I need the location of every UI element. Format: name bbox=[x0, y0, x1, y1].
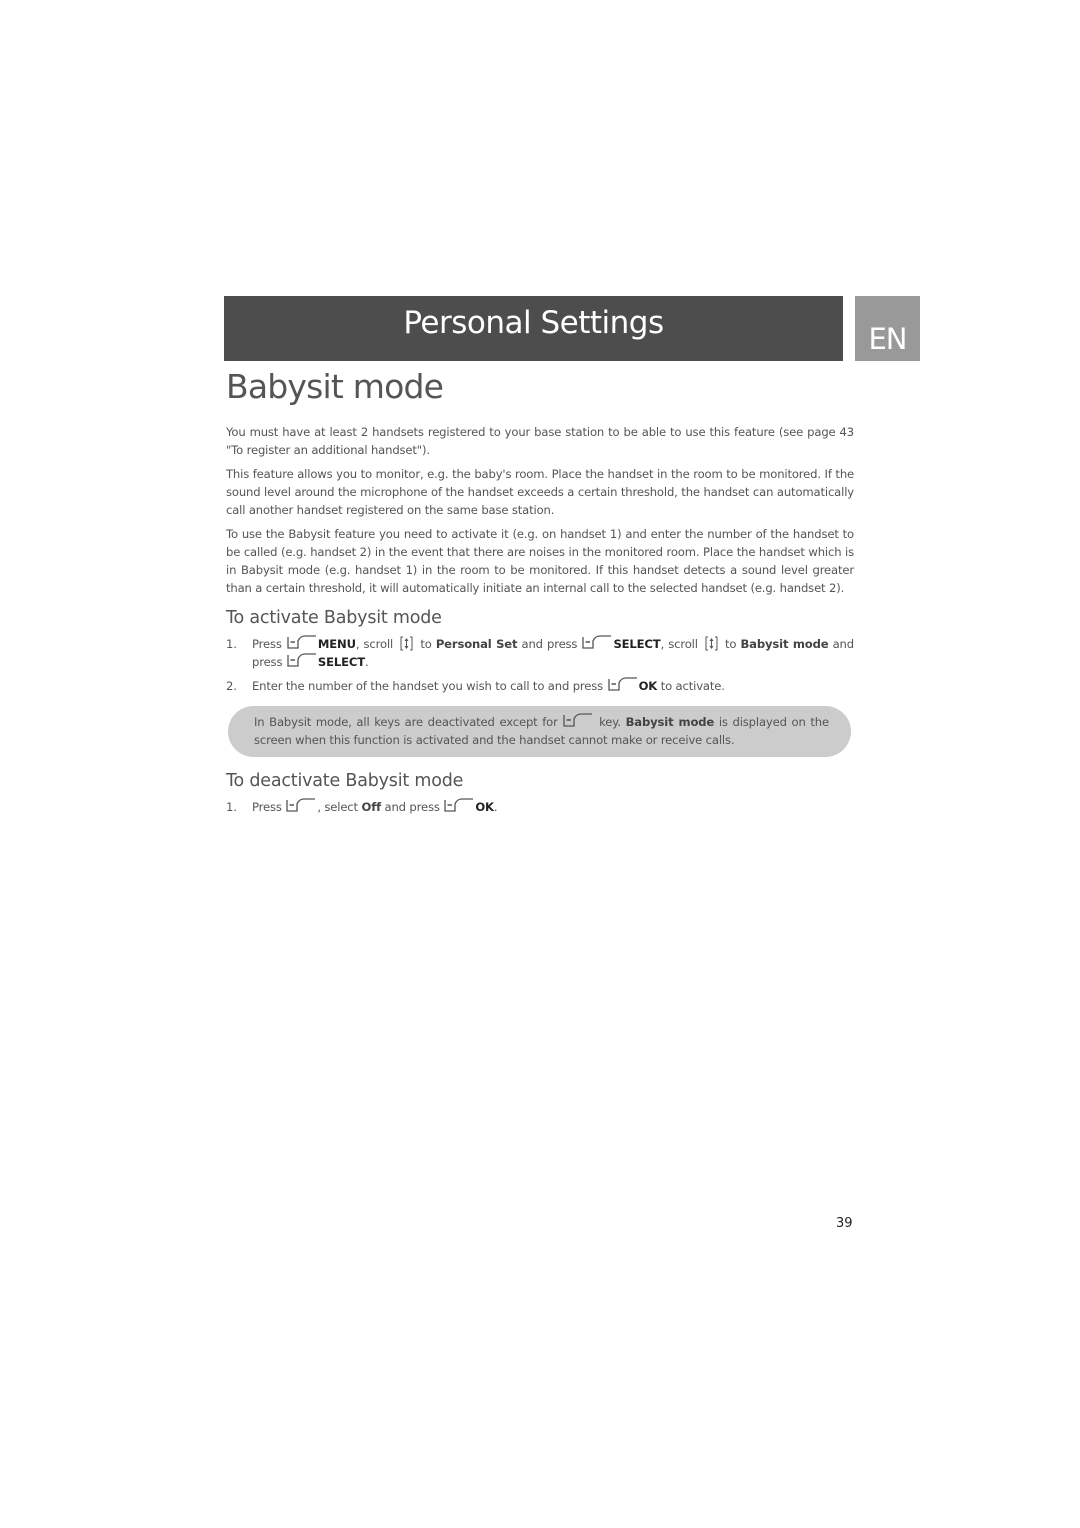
intro-paragraph: To use the Babysit feature you need to a… bbox=[226, 527, 854, 595]
left-softkey-icon bbox=[287, 653, 317, 668]
step-text: , scroll bbox=[355, 637, 394, 651]
page-title: Babysit mode bbox=[226, 367, 444, 406]
section-title: Personal Settings bbox=[403, 305, 664, 341]
deactivate-steps: 1. Press , select Off and press OK. bbox=[226, 798, 854, 822]
step-text: , scroll bbox=[660, 637, 698, 651]
key-label-ok: OK bbox=[638, 679, 658, 693]
language-badge: EN bbox=[855, 296, 920, 361]
menu-option-personal-set: Personal Set bbox=[435, 637, 518, 651]
scroll-navigation-icon bbox=[400, 636, 413, 651]
step-number: 1. bbox=[226, 800, 237, 814]
step-text: Enter the number of the handset you wish… bbox=[252, 679, 604, 693]
left-softkey-icon bbox=[607, 677, 638, 692]
left-softkey-icon bbox=[286, 798, 316, 813]
section-header-bar: Personal Settings bbox=[224, 296, 843, 361]
key-label-select: SELECT bbox=[613, 637, 661, 651]
language-label: EN bbox=[868, 322, 907, 356]
step-text: Press bbox=[252, 800, 282, 814]
left-softkey-icon bbox=[582, 635, 612, 650]
step-text: . bbox=[493, 800, 498, 814]
menu-option-babysit-mode: Babysit mode bbox=[740, 637, 829, 651]
step-number: 1. bbox=[226, 637, 237, 651]
step-text: and press bbox=[521, 637, 578, 651]
page-number: 39 bbox=[836, 1216, 853, 1231]
note-text-part: In Babysit mode, all keys are deactivate… bbox=[254, 715, 558, 729]
note-box: In Babysit mode, all keys are deactivate… bbox=[228, 706, 851, 757]
left-softkey-icon bbox=[287, 635, 317, 650]
list-item: 1. Press MENU, scroll to Personal Set an… bbox=[226, 635, 854, 671]
intro-paragraph: You must have at least 2 handsets regist… bbox=[226, 425, 854, 457]
key-label-ok: OK bbox=[475, 800, 494, 814]
scroll-navigation-icon bbox=[705, 636, 718, 651]
activate-steps: 1. Press MENU, scroll to Personal Set an… bbox=[226, 635, 854, 701]
step-text: to bbox=[420, 637, 432, 651]
list-item: 1. Press , select Off and press OK. bbox=[226, 798, 854, 816]
step-text: , select bbox=[317, 800, 358, 814]
step-number: 2. bbox=[226, 679, 237, 693]
note-babysit-mode-label: Babysit mode bbox=[625, 715, 715, 729]
note-text-part: key. bbox=[599, 715, 621, 729]
intro-paragraph: This feature allows you to monitor, e.g.… bbox=[226, 467, 854, 517]
left-softkey-icon bbox=[444, 798, 474, 813]
note-text: In Babysit mode, all keys are deactivate… bbox=[254, 713, 829, 749]
left-softkey-icon bbox=[563, 713, 593, 728]
step-text: Press bbox=[252, 637, 282, 651]
step-text: to activate. bbox=[660, 679, 725, 693]
menu-option-off: Off bbox=[361, 800, 381, 814]
list-item: 2. Enter the number of the handset you w… bbox=[226, 677, 854, 695]
step-text: . bbox=[365, 655, 369, 669]
step-text: and press bbox=[384, 800, 440, 814]
key-label-select: SELECT bbox=[317, 655, 365, 669]
activate-heading: To activate Babysit mode bbox=[226, 608, 442, 628]
step-text: to bbox=[725, 637, 737, 651]
key-label-menu: MENU bbox=[317, 637, 356, 651]
deactivate-heading: To deactivate Babysit mode bbox=[226, 771, 464, 791]
